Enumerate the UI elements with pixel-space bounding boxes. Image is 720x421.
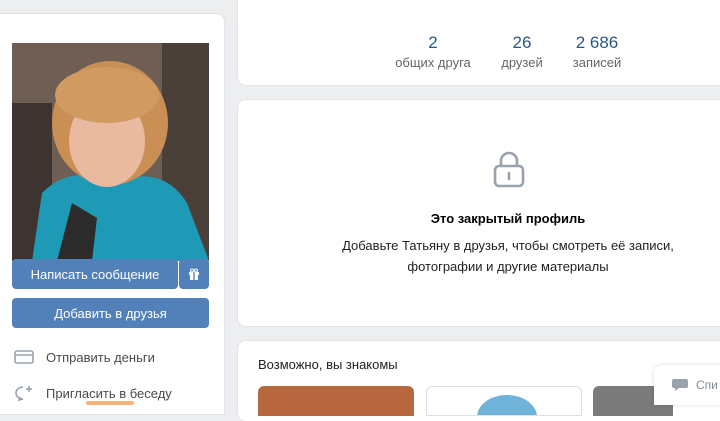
card-icon	[14, 350, 34, 364]
write-message-button[interactable]: Написать сообщение	[12, 259, 178, 289]
suggestion-photo[interactable]	[426, 386, 582, 421]
send-money-action[interactable]: Отправить деньги	[14, 349, 155, 365]
avatar-photo	[12, 43, 209, 261]
lock-icon	[493, 151, 525, 188]
chat-tab-label: Спи	[696, 378, 718, 392]
avatar[interactable]	[12, 43, 209, 261]
write-message-label: Написать сообщение	[30, 266, 160, 282]
suggestion-photo[interactable]	[258, 386, 414, 416]
chat-tab[interactable]: Спи	[654, 365, 720, 405]
stat-posts[interactable]: 2 686 записей	[552, 33, 642, 70]
stat-value: 2 686	[575, 33, 619, 52]
gift-icon	[189, 268, 199, 280]
invite-chat-action[interactable]: Пригласить в беседу	[14, 385, 172, 401]
counters-card: 2 общих друга 26 друзей 2 686 записей	[238, 0, 720, 85]
send-money-label: Отправить деньги	[46, 349, 155, 365]
suggestion-image	[477, 395, 537, 421]
orange-indicator	[86, 401, 134, 405]
closed-profile-title: Это закрытый профиль	[430, 211, 586, 226]
closed-profile-line-1: Добавьте Татьяну в друзья, чтобы смотрет…	[342, 238, 674, 253]
closed-profile-card: Это закрытый профиль Добавьте Татьяну в …	[238, 100, 720, 326]
add-friend-button[interactable]: Добавить в друзья	[12, 298, 209, 328]
add-chat-icon	[15, 386, 32, 401]
stat-label: записей	[572, 55, 622, 70]
people-you-may-know-card: Возможно, вы знакомы	[238, 341, 720, 421]
chat-bubble-icon	[672, 379, 688, 391]
stat-value: 2	[428, 33, 438, 52]
add-friend-label: Добавить в друзья	[54, 305, 167, 321]
stat-mutual-friends[interactable]: 2 общих друга	[388, 33, 478, 70]
gift-button[interactable]	[179, 259, 209, 289]
invite-chat-label: Пригласить в беседу	[46, 385, 172, 401]
stat-label: общих друга	[395, 55, 471, 70]
closed-profile-description: Добавьте Татьяну в друзья, чтобы смотрет…	[238, 235, 720, 277]
people-you-may-know-title: Возможно, вы знакомы	[258, 357, 398, 372]
closed-profile-line-2: фотографии и другие материалы	[407, 259, 609, 274]
